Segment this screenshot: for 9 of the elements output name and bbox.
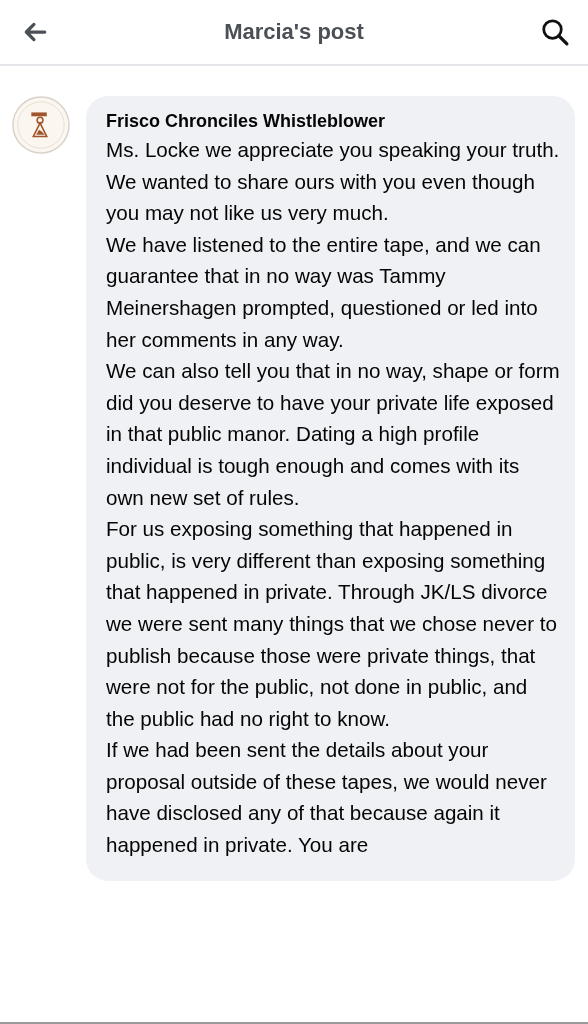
avatar-icon[interactable]: [12, 96, 70, 154]
author-name[interactable]: Frisco Chronciles Whistleblower: [106, 108, 561, 134]
comment-paragraph: If we had been sent the details about your proposal outside of these tapes, we would never have disclosed any of that because again it happened in private. You are: [106, 737, 548, 859]
search-icon[interactable]: [540, 17, 570, 47]
comment-paragraph: We can also tell you that in no way, shape or form did you deserve to have your private life exposed in that public manor. Dating a high profile individual is tough enough and comes with its own new set of rules.: [106, 358, 561, 511]
comment-paragraph: For us exposing something that happened in public, is very different than exposing something that happened in private. Through JK/LS divorce we were sent many things that we chose never to publish because those were private things, that were not for the public, not done in public, and the public had no right to know.: [106, 516, 558, 732]
page-title: Marcia's post: [224, 19, 364, 45]
comment-paragraph: We have listened to the entire tape, and we can guarantee that in no way was Tammy Meinershagen prompted, questioned or led into her comments in any way.: [106, 231, 542, 353]
comment-paragraph: Ms. Locke we appreciate you speaking your truth. We wanted to share ours with you even though you may not like us very much.: [106, 137, 561, 227]
